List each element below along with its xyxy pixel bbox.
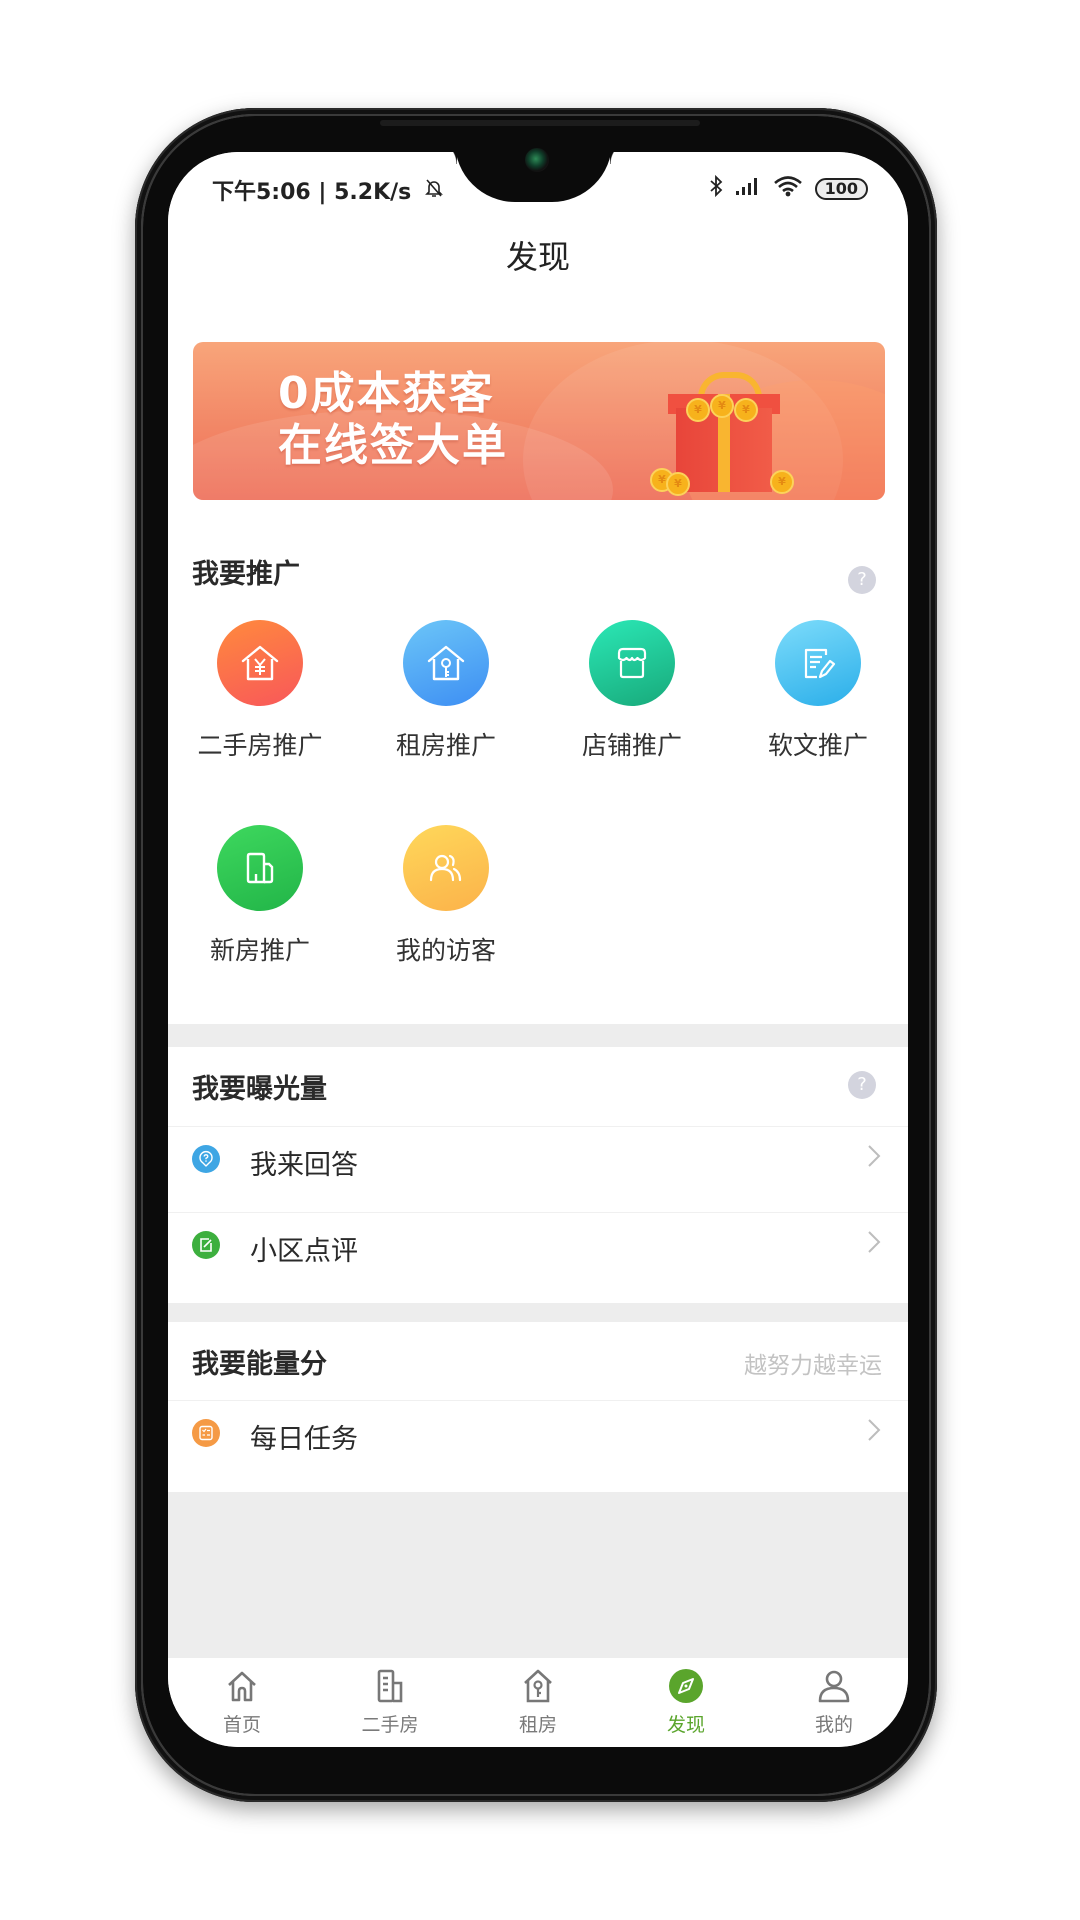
promote-item-article[interactable]: 软文推广 [725,620,908,762]
chevron-right-icon [866,1141,882,1179]
promote-item-resale[interactable]: 二手房推广 [168,620,353,762]
promote-item-label: 租房推广 [395,731,496,760]
chevron-right-icon [866,1227,882,1265]
status-time: 下午5:06 [212,180,311,205]
nav-label: 我的 [814,1714,853,1736]
promote-item-shop[interactable]: 店铺推广 [539,620,725,762]
bottom-nav: 首页 二手房 租房 发现 我的 [168,1658,908,1747]
question-icon[interactable]: ? [848,566,876,594]
nav-label: 首页 [222,1714,261,1736]
promote-item-label: 店铺推广 [581,731,682,760]
status-right: 100 [709,174,868,204]
promote-item-newhouse[interactable]: 新房推广 [168,825,353,967]
nav-tab-resale[interactable]: 二手房 [316,1658,464,1747]
promote-item-label: 软文推广 [767,731,868,760]
screen: 下午5:06 | 5.2K/s 100 发现 0成本获客 在线签大单 ¥ ¥ ¥… [168,152,908,1747]
banner-text: 0成本获客 在线签大单 [278,368,508,472]
list-item-review[interactable]: 小区点评 [168,1212,908,1283]
camera-icon [525,148,549,172]
gift-box-icon: ¥ ¥ ¥ ¥ ¥ ¥ [650,372,794,496]
nav-tab-me[interactable]: 我的 [760,1658,908,1747]
compass-icon [612,1666,760,1706]
status-divider: | [318,180,335,205]
house-key-icon [403,620,489,706]
status-net-speed: 5.2K/s [334,180,412,205]
promo-banner[interactable]: 0成本获客 在线签大单 ¥ ¥ ¥ ¥ ¥ ¥ [193,342,885,500]
page-title: 发现 [505,238,570,276]
answer-icon [192,1145,220,1173]
list-item-daily-task[interactable]: 每日任务 [168,1400,908,1471]
status-left: 下午5:06 | 5.2K/s [212,174,445,206]
energy-title: 我要能量分 [192,1349,327,1380]
nav-tab-home[interactable]: 首页 [168,1658,316,1747]
promote-item-label: 新房推广 [209,936,310,965]
banner-line1: 0成本获客 [278,368,495,419]
nav-label: 二手房 [361,1714,419,1736]
question-icon[interactable]: ? [848,1071,876,1099]
bluetooth-icon [709,174,723,204]
nav-tab-rental[interactable]: 租房 [464,1658,612,1747]
chevron-right-icon [866,1415,882,1453]
house-yuan-icon [217,620,303,706]
exposure-section: 我要曝光量 ? 我来回答 小区点评 [168,1047,908,1303]
list-item-label: 我来回答 [250,1150,358,1181]
building-icon [217,825,303,911]
list-item-label: 每日任务 [250,1424,358,1455]
nav-label: 发现 [666,1714,705,1736]
review-edit-icon [192,1231,220,1259]
task-list-icon [192,1419,220,1447]
promote-item-label: 我的访客 [395,936,496,965]
energy-section: 我要能量分 越努力越幸运 每日任务 [168,1322,908,1492]
earpiece-speaker [380,120,700,126]
bell-muted-icon [423,179,445,205]
banner-line2: 在线签大单 [278,420,508,471]
shop-icon [589,620,675,706]
energy-hint: 越努力越幸运 [744,1353,882,1379]
home-icon [168,1666,316,1706]
list-item-label: 小区点评 [250,1236,358,1267]
house-key-icon [464,1666,612,1706]
article-edit-icon [775,620,861,706]
exposure-title: 我要曝光量 [192,1074,327,1105]
promote-item-visitors[interactable]: 我的访客 [353,825,539,967]
nav-label: 租房 [518,1714,557,1736]
person-icon [760,1666,908,1706]
building-icon [316,1666,464,1706]
promote-title: 我要推广 [192,559,300,590]
signal-icon [735,176,761,202]
promote-item-rental[interactable]: 租房推广 [353,620,539,762]
nav-tab-discover[interactable]: 发现 [612,1658,760,1747]
promote-section: 下午5:06 | 5.2K/s 100 发现 0成本获客 在线签大单 ¥ ¥ ¥… [168,152,908,1024]
battery-icon: 100 [814,178,868,200]
promote-item-label: 二手房推广 [197,731,323,760]
wifi-icon [773,175,803,203]
list-item-answer[interactable]: 我来回答 [168,1126,908,1197]
visitors-icon [403,825,489,911]
